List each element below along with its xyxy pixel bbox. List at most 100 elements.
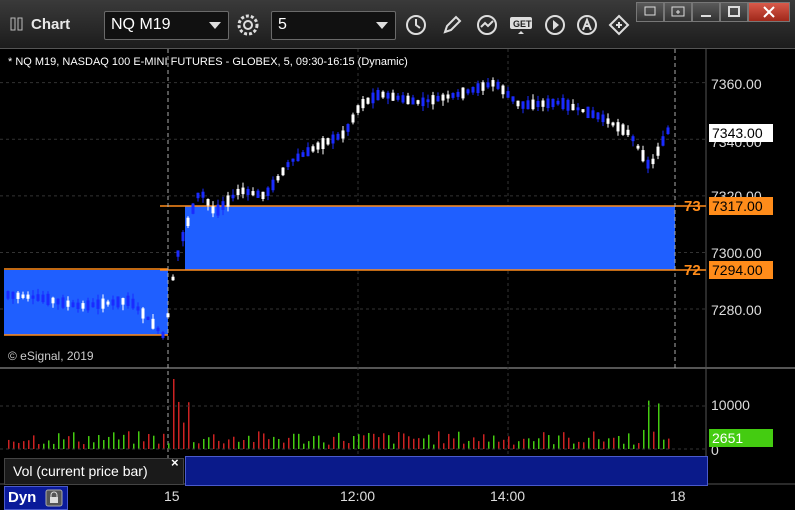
volume-bar	[48, 440, 50, 449]
volume-bar	[268, 439, 270, 449]
volume-bar	[333, 436, 335, 449]
volume-bar	[293, 433, 295, 449]
volume-bar	[288, 437, 290, 449]
volume-bar	[78, 441, 80, 449]
candle-body	[646, 159, 650, 169]
candle-body	[411, 97, 415, 105]
volume-bar	[238, 441, 240, 449]
candle-body	[576, 107, 580, 111]
candle-body	[506, 91, 510, 98]
volume-bar	[443, 443, 445, 449]
candle-body	[346, 124, 350, 132]
candle-body	[436, 95, 440, 102]
volume-bar	[103, 440, 105, 449]
candle-body	[186, 217, 190, 227]
candle-body	[466, 89, 470, 94]
volume-bar	[83, 444, 85, 449]
volume-bar	[373, 433, 375, 449]
volume-bar	[68, 436, 70, 449]
candle-body	[541, 100, 545, 107]
candle-body	[636, 145, 640, 149]
volume-bar	[378, 437, 380, 449]
volume-bar	[508, 436, 510, 449]
volume-bar	[348, 443, 350, 449]
price-chart[interactable]	[0, 0, 795, 510]
candle-body	[556, 100, 560, 105]
candle-body	[396, 95, 400, 100]
volume-bar	[143, 441, 145, 449]
time-tick: 15	[164, 488, 180, 504]
volume-bar	[433, 444, 435, 449]
candle-body	[511, 96, 515, 102]
candle-body	[196, 192, 200, 199]
volume-bar	[418, 438, 420, 449]
candle-body	[601, 114, 605, 123]
volume-bar	[528, 438, 530, 449]
copyright: © eSignal, 2019	[8, 349, 94, 363]
volume-bar	[368, 433, 370, 449]
volume-bar	[598, 439, 600, 449]
candle-body	[371, 92, 375, 104]
candle-body	[166, 313, 170, 318]
volume-bar	[668, 438, 670, 449]
close-icon[interactable]: ×	[171, 455, 179, 470]
volume-bar	[468, 440, 470, 449]
volume-bar	[148, 433, 150, 449]
candle-body	[476, 83, 480, 94]
volume-label-text: Vol (current price bar)	[13, 463, 148, 479]
volume-bar	[618, 435, 620, 449]
candle-body	[251, 191, 255, 196]
volume-bar	[553, 444, 555, 449]
candle-body	[61, 297, 65, 308]
volume-bar	[603, 441, 605, 449]
volume-bar	[318, 435, 320, 449]
volume-panel-label[interactable]: Vol (current price bar)	[4, 458, 184, 485]
volume-bar	[593, 431, 595, 449]
candle-body	[66, 300, 70, 307]
volume-bar	[413, 438, 415, 449]
volume-bar	[173, 379, 175, 449]
volume-bar	[588, 437, 590, 449]
candle-body	[451, 92, 455, 98]
volume-bar	[303, 443, 305, 449]
volume-bar	[278, 438, 280, 449]
candle-body	[526, 100, 530, 110]
candle-body	[161, 332, 165, 339]
candle-body	[596, 112, 600, 120]
last-price-box: 7343.00	[709, 124, 773, 142]
volume-bar	[113, 432, 115, 449]
candle-body	[231, 194, 235, 199]
volume-bar	[623, 443, 625, 449]
candle-body	[266, 187, 270, 196]
volume-bar	[518, 441, 520, 449]
candle-body	[226, 195, 230, 207]
candle-body	[486, 82, 490, 88]
candle-body	[461, 87, 465, 99]
candle-body	[491, 80, 495, 87]
volume-bar	[168, 443, 170, 449]
time-tick: 12:00	[340, 488, 376, 504]
candle-body	[391, 92, 395, 101]
mode-label: Dyn	[8, 489, 37, 506]
candle-body	[611, 122, 615, 126]
volume-bar	[383, 433, 385, 449]
candle-body	[496, 81, 500, 89]
candle-body	[156, 327, 160, 332]
candle-body	[626, 129, 630, 136]
volume-bar	[203, 438, 205, 449]
volume-bar	[283, 442, 285, 449]
candle-body	[121, 298, 125, 305]
volume-bar	[428, 434, 430, 449]
candle-body	[151, 318, 155, 329]
dynamic-mode-button[interactable]: Dyn	[4, 486, 68, 510]
candle-body	[321, 138, 325, 149]
candle-body	[16, 292, 20, 299]
volume-bar	[403, 433, 405, 449]
candle-body	[431, 95, 435, 105]
candle-body	[271, 179, 275, 191]
volume-bar	[128, 431, 130, 449]
volume-bar	[663, 439, 665, 449]
volume-bar	[548, 435, 550, 449]
candle-body	[246, 189, 250, 195]
volume-bar	[138, 431, 140, 449]
